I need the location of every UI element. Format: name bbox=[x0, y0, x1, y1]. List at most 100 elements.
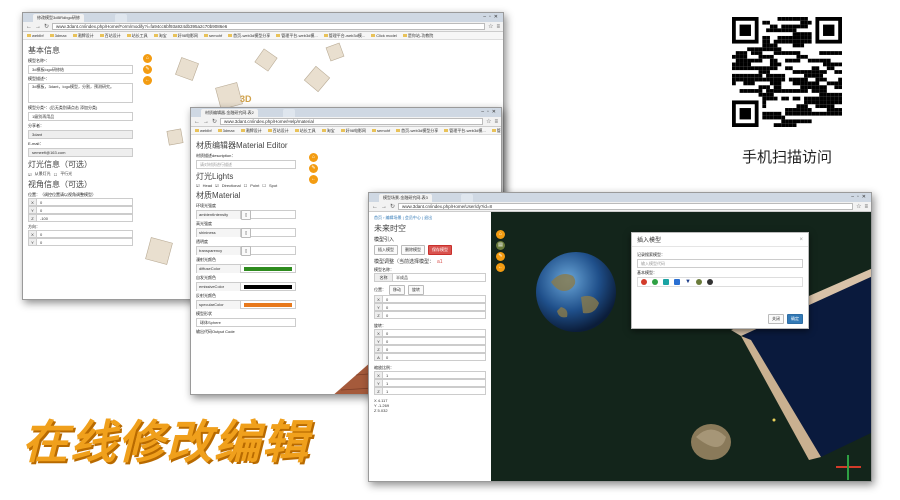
bookmark-item[interactable]: 管理平台-web3d模... bbox=[276, 32, 317, 39]
material-description-input[interactable]: 请对材质进行描述 bbox=[196, 160, 296, 169]
bookmark-item[interactable]: semohf bbox=[372, 127, 390, 134]
bookmark-item[interactable]: 潮牌设计 bbox=[73, 32, 94, 39]
light-head-checkbox[interactable]: ☑ bbox=[196, 183, 200, 188]
emissive-color-picker[interactable]: emissiveColor bbox=[196, 282, 296, 291]
bookmark-item[interactable]: 好98电影网 bbox=[341, 127, 366, 134]
bookmark-item[interactable]: 3dmax bbox=[218, 127, 235, 134]
specular-color-picker[interactable]: specularColor bbox=[196, 300, 296, 309]
browser-tab[interactable]: 模型场景-金融研究网-表3 bbox=[379, 194, 432, 202]
bookmark-item[interactable]: 百站设计 bbox=[268, 127, 289, 134]
menu-icon[interactable]: ≡ bbox=[496, 24, 500, 30]
reload-icon[interactable]: ↻ bbox=[390, 204, 395, 210]
save-model-button[interactable]: 保存模型 bbox=[428, 245, 452, 255]
model-cone-icon[interactable]: ▼ bbox=[685, 279, 691, 285]
bookmark-item[interactable]: 管理平台-web3d模... bbox=[324, 32, 365, 39]
bookmark-item[interactable]: 管理平台-web3d模... bbox=[444, 127, 485, 134]
move-button[interactable]: 移动 bbox=[389, 285, 405, 295]
ambient-intensity-slider[interactable]: ambientIntensity ▯ bbox=[196, 209, 296, 220]
bookmark-item[interactable]: 是你站-功教院 bbox=[403, 32, 433, 39]
pos-y-field[interactable]: Y0 bbox=[28, 206, 133, 214]
back-icon[interactable]: ← bbox=[26, 24, 32, 30]
bookmark-item[interactable]: 百站设计 bbox=[100, 32, 121, 39]
edit-icon[interactable]: ✎ bbox=[309, 164, 318, 173]
dir-x-field[interactable]: X0 bbox=[28, 230, 133, 238]
pos-x-field[interactable]: X0 bbox=[374, 295, 486, 303]
scale-y-field[interactable]: Y1 bbox=[374, 379, 486, 387]
rot-x-field[interactable]: X0 bbox=[374, 329, 486, 337]
forward-icon[interactable]: → bbox=[381, 204, 387, 210]
model-sphere-red[interactable] bbox=[641, 279, 647, 285]
light-point-checkbox[interactable]: ☐ bbox=[244, 183, 248, 188]
light-directional-checkbox[interactable]: ☑ bbox=[215, 183, 219, 188]
model-name-field[interactable]: 名称 半成品 bbox=[374, 273, 486, 282]
browser-tab[interactable]: 材质编辑器-金融研究网-表2 bbox=[201, 109, 258, 117]
scale-x-field[interactable]: X1 bbox=[374, 371, 486, 379]
bookmark-item[interactable]: 管理平台-web3d模... bbox=[492, 127, 501, 134]
model-cube-blue[interactable] bbox=[674, 279, 680, 285]
bookmark-item[interactable]: 淘宝 bbox=[322, 127, 335, 134]
model-name-input[interactable]: 3d模板logo研修结 bbox=[28, 65, 133, 74]
breadcrumb[interactable]: 首页 › 编辑场景 | 会员中心 | 退出 bbox=[374, 215, 486, 221]
bookmark-item[interactable]: 首页-web3d模型分享 bbox=[228, 32, 270, 39]
reload-icon[interactable]: ↻ bbox=[44, 24, 49, 30]
forward-icon[interactable]: → bbox=[203, 119, 209, 125]
dialog-cancel-button[interactable]: 关闭 bbox=[768, 314, 784, 324]
bookmark-item[interactable]: 淘宝 bbox=[154, 32, 167, 39]
shininess-slider[interactable]: shininess ▯ bbox=[196, 227, 296, 238]
bookmark-item[interactable]: 潮牌设计 bbox=[241, 127, 262, 134]
address-bar[interactable]: www.3dant.cn/index.php/Home/Help/materia… bbox=[220, 118, 484, 125]
address-bar[interactable]: www.3dant.cn/index.php/Home/User/dy?id=8 bbox=[398, 203, 854, 210]
browser-tab[interactable]: 修改模型3dBRdbgo研修 bbox=[33, 14, 84, 22]
pos-y-field[interactable]: Y0 bbox=[374, 303, 486, 311]
delete-model-button[interactable]: 删除模型 bbox=[401, 245, 425, 255]
layers-icon[interactable]: ▤ bbox=[496, 241, 505, 250]
address-bar[interactable]: www.3dant.cn/index.php/Home/Form/modify?… bbox=[52, 23, 486, 30]
dir-y-field[interactable]: Y0 bbox=[28, 238, 133, 246]
scale-z-field[interactable]: Z1 bbox=[374, 387, 486, 395]
light-checkbox-2[interactable]: ☐ bbox=[54, 172, 58, 177]
reload-icon[interactable]: ↻ bbox=[212, 119, 217, 125]
home-icon[interactable]: ⌂ bbox=[143, 54, 152, 63]
model-search-input[interactable]: 输入模型代码 bbox=[637, 259, 803, 268]
pos-z-field[interactable]: Z -100 bbox=[28, 214, 133, 222]
model-sphere-green[interactable] bbox=[652, 279, 658, 285]
model-disc-dark[interactable] bbox=[706, 279, 713, 285]
model-description-textarea[interactable]: 3d模板，3dant，logo模型，分割，预测研究。 bbox=[28, 83, 133, 103]
edit-icon[interactable]: ✎ bbox=[496, 252, 505, 261]
bookmark-item[interactable]: 3dmax bbox=[50, 32, 67, 39]
star-icon[interactable]: ☆ bbox=[488, 24, 493, 30]
star-icon[interactable]: ☆ bbox=[486, 119, 491, 125]
back-arrow-icon[interactable]: ← bbox=[496, 263, 505, 272]
edit-icon[interactable]: ✎ bbox=[143, 65, 152, 74]
back-icon[interactable]: ← bbox=[194, 119, 200, 125]
menu-icon[interactable]: ≡ bbox=[864, 204, 868, 210]
transparency-slider[interactable]: transparency ▯ bbox=[196, 245, 296, 256]
bookmark-item[interactable]: weblbf bbox=[195, 127, 212, 134]
pos-z-field[interactable]: Z0 bbox=[374, 311, 486, 319]
bookmark-item[interactable]: 首页-web3d模型分享 bbox=[396, 127, 438, 134]
model-cone-teal[interactable] bbox=[663, 279, 669, 285]
pos-x-field[interactable]: X0 bbox=[28, 198, 133, 206]
bookmark-item[interactable]: weblbf bbox=[27, 32, 44, 39]
rotate-button[interactable]: 旋转 bbox=[408, 285, 424, 295]
window-controls[interactable]: –▫✕ bbox=[851, 194, 869, 201]
home-icon[interactable]: ⌂ bbox=[496, 230, 505, 239]
insert-model-button[interactable]: 插入模型 bbox=[374, 245, 398, 255]
home-icon[interactable]: ⌂ bbox=[309, 153, 318, 162]
model-torus-olive[interactable] bbox=[695, 279, 702, 285]
bookmark-item[interactable]: semohf bbox=[204, 32, 222, 39]
light-spot-checkbox[interactable]: ☐ bbox=[262, 183, 266, 188]
dialog-ok-button[interactable]: 确定 bbox=[787, 314, 803, 324]
rot-y-field[interactable]: Y0 bbox=[374, 337, 486, 345]
bookmark-item[interactable]: 站长工具 bbox=[295, 127, 316, 134]
back-icon[interactable]: ← bbox=[372, 204, 378, 210]
back-arrow-icon[interactable]: ← bbox=[143, 76, 152, 85]
back-arrow-icon[interactable]: ← bbox=[309, 175, 318, 184]
bookmark-item[interactable]: 好98电影网 bbox=[173, 32, 198, 39]
window-controls[interactable]: –▫✕ bbox=[481, 109, 499, 116]
rot-a-field[interactable]: A0 bbox=[374, 353, 486, 361]
close-icon[interactable]: × bbox=[799, 237, 803, 243]
forward-icon[interactable]: → bbox=[35, 24, 41, 30]
menu-icon[interactable]: ≡ bbox=[494, 119, 498, 125]
bookmark-item[interactable]: 站长工具 bbox=[127, 32, 148, 39]
